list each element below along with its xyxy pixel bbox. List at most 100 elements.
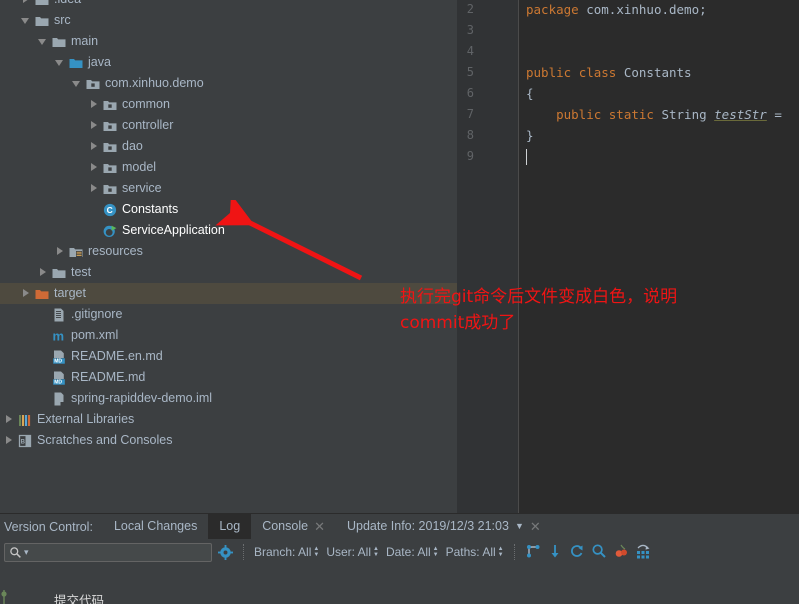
- chevron-right-icon[interactable]: [55, 246, 66, 257]
- filter-branch[interactable]: Branch: All ▲ ▼: [254, 545, 319, 559]
- tree-item-readme-md[interactable]: MD README.md: [0, 367, 457, 388]
- folder-grey-icon: [35, 16, 49, 26]
- tree-no-arrow: [38, 372, 49, 383]
- package-icon: [103, 121, 117, 131]
- chevron-down-icon[interactable]: [38, 36, 49, 47]
- folder-grey-icon: [52, 268, 66, 278]
- tree-item-idea[interactable]: .idea: [0, 0, 457, 10]
- chevron-down-icon[interactable]: [72, 78, 83, 89]
- chevron-right-icon[interactable]: [4, 414, 15, 425]
- close-icon[interactable]: ✕: [314, 514, 325, 539]
- expand-all-icon[interactable]: [635, 543, 651, 562]
- chevron-right-icon[interactable]: [89, 99, 100, 110]
- line-number: 4: [466, 44, 474, 58]
- java-class-icon: C: [103, 203, 117, 216]
- package-icon: [103, 163, 117, 173]
- tree-item-label: common: [122, 97, 170, 111]
- chevron-right-icon[interactable]: [38, 267, 49, 278]
- tree-item-external-libraries[interactable]: External Libraries: [0, 409, 457, 430]
- tree-item-main[interactable]: main: [0, 31, 457, 52]
- code-line[interactable]: public static String testStr =: [526, 107, 782, 122]
- settings-gear-icon[interactable]: [218, 544, 233, 560]
- text-caret: [526, 149, 527, 165]
- code-token: com.xinhuo.demo;: [578, 2, 707, 17]
- version-control-toolbar: ▾ Branch: All ▲ ▼ User: All ▲ ▼ Date: All ▲ ▼ Pat: [0, 539, 799, 565]
- search-magnifier-icon[interactable]: [591, 543, 607, 562]
- tree-item-java[interactable]: java: [0, 52, 457, 73]
- tree-item-model[interactable]: model: [0, 157, 457, 178]
- editor-code-area[interactable]: package com.xinhuo.demo; public class Con…: [520, 0, 799, 513]
- package-icon: [103, 142, 117, 152]
- svg-text:MD: MD: [54, 358, 62, 364]
- commit-message: 提交代码: [54, 593, 105, 604]
- ide-window: .idea srcmain java com.xinhuo.demo common con…: [0, 0, 799, 604]
- tree-item-pom-xml[interactable]: m pom.xml: [0, 325, 457, 346]
- tree-item-target[interactable]: target: [0, 283, 457, 304]
- tree-item-test[interactable]: test: [0, 262, 457, 283]
- close-icon[interactable]: ✕: [530, 514, 541, 539]
- version-control-tabbar: Version Control: Local Changes Log Console…: [0, 514, 799, 539]
- tree-item-scratches-and-consoles[interactable]: B Scratches and Consoles: [0, 430, 457, 451]
- code-line[interactable]: {: [526, 86, 534, 101]
- search-input[interactable]: ▾: [4, 542, 212, 562]
- chevron-right-icon[interactable]: [89, 162, 100, 173]
- filter-user[interactable]: User: All ▲ ▼: [326, 545, 379, 559]
- chevron-right-icon[interactable]: [4, 435, 15, 446]
- code-line[interactable]: package com.xinhuo.demo;: [526, 2, 707, 17]
- folder-grey-icon: [35, 0, 49, 5]
- chevron-right-icon[interactable]: [21, 288, 32, 299]
- tree-item-src[interactable]: src: [0, 10, 457, 31]
- tree-item-service[interactable]: service: [0, 178, 457, 199]
- chevron-down-icon[interactable]: ▼: [515, 514, 524, 539]
- code-editor[interactable]: 2 3 4 5 6 7 8 9 package com.xinhuo.demo; public …: [457, 0, 799, 513]
- svg-text:m: m: [53, 328, 65, 343]
- vcs-tab-console[interactable]: Console ✕: [251, 514, 336, 539]
- chevron-down-icon[interactable]: [55, 57, 66, 68]
- commit-log-row[interactable]: 提交代码: [0, 590, 799, 604]
- vcs-tab-log[interactable]: Log: [208, 514, 252, 539]
- branch-graph-icon[interactable]: [525, 543, 541, 562]
- tree-item-spring-rapiddev-demo-iml[interactable]: spring-rapiddev-demo.iml: [0, 388, 457, 409]
- search-dropdown-icon[interactable]: ▾: [24, 547, 29, 558]
- tree-item-constants[interactable]: C Constants: [0, 199, 457, 220]
- commit-graph-node-icon: [0, 590, 8, 604]
- filter-spinner-icon[interactable]: ▲ ▼: [313, 546, 319, 558]
- tree-item-common[interactable]: common: [0, 94, 457, 115]
- tree-item-controller[interactable]: controller: [0, 115, 457, 136]
- filter-spinner-icon[interactable]: ▲ ▼: [373, 546, 379, 558]
- chevron-right-icon[interactable]: [21, 0, 32, 5]
- filter-spinner-icon[interactable]: ▲ ▼: [498, 546, 504, 558]
- chevron-right-icon[interactable]: [89, 120, 100, 131]
- code-token: public static: [526, 107, 662, 122]
- tree-item-serviceapplication[interactable]: ServiceApplication: [0, 220, 457, 241]
- vcs-tab-update[interactable]: Update Info: 2019/12/3 21:03 ▼ ✕: [336, 514, 552, 539]
- filter-date[interactable]: Date: All ▲ ▼: [386, 545, 439, 559]
- tree-item-label: Scratches and Consoles: [37, 433, 173, 447]
- tree-item-com-xinhuo-demo[interactable]: com.xinhuo.demo: [0, 73, 457, 94]
- vcs-tab-label: Log: [219, 519, 241, 533]
- code-line[interactable]: public class Constants: [526, 65, 692, 80]
- filter-spinner-icon[interactable]: ▲ ▼: [433, 546, 439, 558]
- vcs-tab-local[interactable]: Local Changes: [103, 514, 208, 539]
- line-number: 7: [466, 107, 474, 121]
- code-token: Constants: [623, 65, 692, 80]
- filter-label: Paths: All: [445, 545, 496, 559]
- code-token: }: [526, 128, 534, 143]
- filter-paths[interactable]: Paths: All ▲ ▼: [446, 545, 504, 559]
- refresh-icon[interactable]: [569, 543, 585, 562]
- chevron-right-icon[interactable]: [89, 183, 100, 194]
- code-line[interactable]: }: [526, 128, 534, 143]
- cherry-pick-icon[interactable]: [613, 543, 629, 562]
- tree-item-readme-en-md[interactable]: MD README.en.md: [0, 346, 457, 367]
- commit-log-list[interactable]: 提交代码修复: [0, 590, 799, 604]
- project-tree-panel[interactable]: .idea srcmain java com.xinhuo.demo common con…: [0, 0, 457, 513]
- tree-item-gitignore[interactable]: .gitignore: [0, 304, 457, 325]
- tree-item-label: spring-rapiddev-demo.iml: [71, 391, 213, 405]
- chevron-down-icon[interactable]: [21, 15, 32, 26]
- svg-text:MD: MD: [54, 379, 62, 385]
- arrow-down-icon[interactable]: [547, 543, 563, 562]
- code-token: testStr: [714, 107, 767, 122]
- chevron-right-icon[interactable]: [89, 141, 100, 152]
- tree-item-dao[interactable]: dao: [0, 136, 457, 157]
- tree-item-resources[interactable]: resources: [0, 241, 457, 262]
